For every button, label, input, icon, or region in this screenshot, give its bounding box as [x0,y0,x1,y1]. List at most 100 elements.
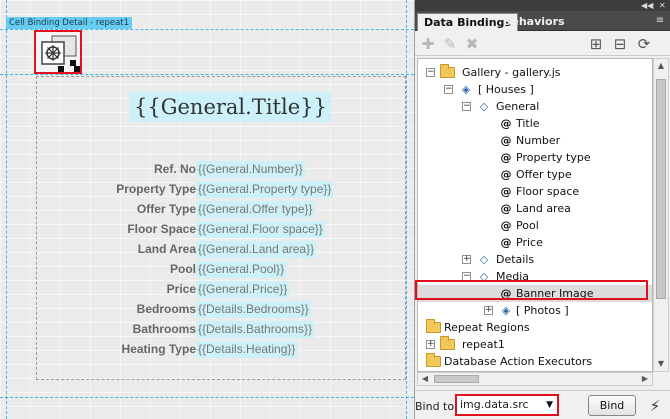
scroll-thumb[interactable] [656,79,666,299]
tree-item[interactable]: + ◇ Details [418,251,652,268]
field-binding-value[interactable]: {{Details.Bathrooms}} [196,321,315,338]
general-title-binding[interactable]: {{General.Title}} [130,92,331,122]
image-placeholder-icon [41,35,80,72]
collapse-icon[interactable]: ◀◀ [641,0,653,11]
field-binding-value[interactable]: {{Details.Bedrooms}} [196,301,311,318]
scroll-thumb[interactable] [434,375,479,383]
image-placeholder[interactable] [34,30,82,74]
field-binding-value[interactable]: {{General.Offer type}} [196,201,315,218]
field-row: Floor Space {{General.Floor space}} [0,221,414,238]
panel-tabbar: Data Bindings Behaviors ≡ [415,11,670,31]
guide-line [0,397,414,398]
panel-title-strip: ◀◀ ✕ [415,0,670,11]
design-canvas[interactable]: Cell Binding Detail - repeat1 {{General.… [0,0,414,419]
expand-toggle-icon[interactable]: + [484,306,493,315]
folder-shape [426,353,441,367]
add-box-icon[interactable]: ⊞ [587,36,605,52]
tree-item[interactable]: − ◇ Media [418,268,652,285]
field-row: Ref. No {{General.Number}} [0,161,414,178]
field-label: Price [166,282,196,296]
field-row: Land Area {{General.Land area}} [0,241,414,258]
scroll-left-icon[interactable]: ◀ [418,373,432,385]
field-binding-value[interactable]: {{General.Floor space}} [196,221,325,238]
remove-box-icon[interactable]: ⊟ [611,36,629,52]
tree-item[interactable]: − ◈ [ Houses ] [418,81,652,98]
close-icon[interactable]: ✕ [659,0,666,11]
tree-item-label: Banner Image [516,287,594,300]
tree-item[interactable]: @ Title [418,115,652,132]
chevron-down-icon: ▼ [546,400,553,410]
tree-item-label: Gallery - gallery.js [462,66,561,79]
tree-item[interactable]: Repeat Regions [418,319,652,336]
tree-item-label: Number [516,134,561,147]
field-binding-value[interactable]: {{General.Land area}} [196,241,317,258]
bind-to-select[interactable]: img.data.src ▼ [455,394,559,416]
scroll-right-icon[interactable]: ▶ [638,373,652,385]
tree-item[interactable]: @ Land area [418,200,652,217]
magic-wand-icon[interactable]: ⚡ [645,396,665,416]
at-icon: @ [500,219,512,232]
field-label: Pool [170,262,196,276]
plus-icon[interactable]: ✚ [419,36,437,52]
tree-item[interactable]: + ◈ [ Photos ] [418,302,652,319]
field-label: Bedrooms [136,302,196,316]
folder-icon [440,336,456,351]
tree-item[interactable]: @ Price [418,234,652,251]
collapse-toggle-icon[interactable]: − [462,102,471,111]
tree-item[interactable]: @ Property type [418,149,652,166]
tree-item[interactable]: Database Action Executors [418,353,652,370]
expand-toggle-icon[interactable]: + [462,255,471,264]
bind-to-value: img.data.src [460,398,529,411]
field-binding-value[interactable]: {{General.Number}} [196,161,305,178]
expand-toggle-icon[interactable]: + [426,340,435,349]
tree-vertical-scrollbar[interactable]: ▲ ▼ [653,58,669,372]
tree-item-label: Property type [516,151,591,164]
tree-horizontal-scrollbar[interactable]: ◀ ▶ [417,372,653,386]
field-label: Property Type [116,182,196,196]
x-icon[interactable]: ✖ [463,36,481,52]
tree-item[interactable]: − Gallery - gallery.js [418,64,652,81]
panel-menu-icon[interactable]: ≡ [653,15,667,27]
pencil-icon[interactable]: ✎ [441,36,459,52]
tree-item-label: Pool [516,219,539,232]
field-label: Offer Type [136,202,196,216]
folder-shape [440,64,455,78]
guide-line [0,74,414,75]
field-binding-value[interactable]: {{General.Property type}} [196,181,334,198]
scroll-up-icon[interactable]: ▲ [654,59,668,73]
tree-item-label: repeat1 [462,338,505,351]
object-icon: ◇ [479,100,489,113]
field-binding-value[interactable]: {{General.Price}} [196,281,290,298]
field-binding-value[interactable]: {{General.Pool}} [196,261,287,278]
collapse-toggle-icon[interactable]: − [444,85,453,94]
bindings-tree[interactable]: − Gallery - gallery.js − ◈[ Houses ] − ◇ Gener… [417,58,653,372]
at-icon: @ [500,151,512,164]
tree-item[interactable]: @ Floor space [418,183,652,200]
bind-button[interactable]: Bind [588,395,636,416]
tree-item[interactable]: − ◇ General [418,98,652,115]
field-row: Price {{General.Price}} [0,281,414,298]
tree-item-label: Land area [516,202,571,215]
refresh-icon[interactable]: ⟳ [635,36,653,52]
tree-item-label: General [496,100,540,113]
tree-item[interactable]: @ Pool [418,217,652,234]
tree-item-label: Offer type [516,168,572,181]
collapse-toggle-icon[interactable]: − [426,68,435,77]
field-row: Bathrooms {{Details.Bathrooms}} [0,321,414,338]
bind-to-label: Bind to: [415,400,458,413]
scroll-down-icon[interactable]: ▼ [654,357,668,371]
at-icon: @ [500,117,512,130]
field-row: Heating Type {{Details.Heating}} [0,341,414,358]
tree-item[interactable]: @ Banner Image [418,285,652,302]
array-object-icon: ◈ [461,83,471,96]
panel-toolbar: ✚ ✎ ✖ ⊞ ⊟ ⟳ [415,32,670,56]
field-binding-value[interactable]: {{Details.Heating}} [196,341,298,358]
tree-item[interactable]: @ Offer type [418,166,652,183]
folder-icon [426,353,442,368]
tree-item[interactable]: @ Number [418,132,652,149]
at-icon: @ [500,287,512,300]
tree-item[interactable]: + repeat1 [418,336,652,353]
collapse-toggle-icon[interactable]: − [462,272,471,281]
tab-behaviors[interactable]: Behaviors [497,13,571,31]
cell-binding-tag[interactable]: Cell Binding Detail - repeat1 [6,17,133,29]
